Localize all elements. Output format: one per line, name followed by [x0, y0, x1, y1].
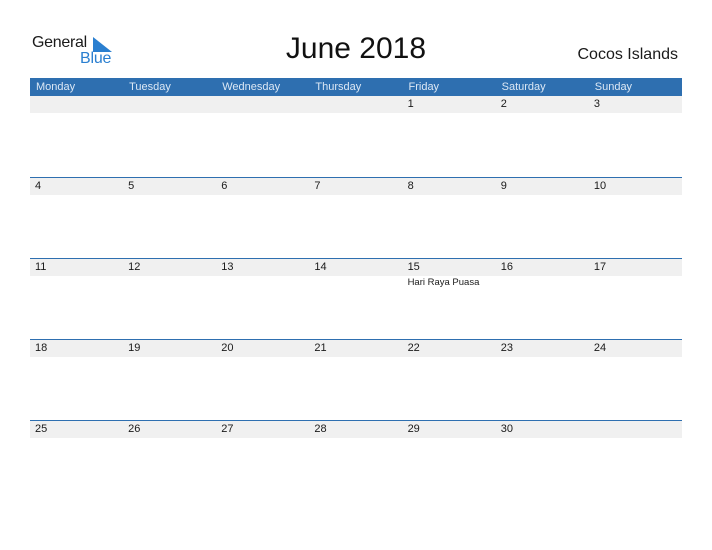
day-number: 13 [221, 261, 234, 273]
week-row: 25 26 27 28 29 30 [30, 420, 682, 501]
day-cell: 28 [309, 421, 402, 501]
holiday-event: Hari Raya Puasa [407, 277, 480, 288]
day-number: 9 [500, 180, 507, 192]
weekday-header: Monday Tuesday Wednesday Thursday Friday… [30, 78, 682, 96]
day-cell: 24 [589, 340, 682, 420]
day-cell: 26 [123, 421, 216, 501]
day-cell: 14 [309, 259, 402, 339]
day-number: 21 [314, 342, 327, 354]
week-row: 18 19 20 21 22 23 24 [30, 339, 682, 420]
week-row: 11 12 13 14 15 Hari Raya Puasa 16 17 [30, 258, 682, 339]
day-cell: 25 [30, 421, 123, 501]
day-number: 19 [128, 342, 141, 354]
weekday-thursday: Thursday [315, 81, 362, 93]
week-row: 1 2 3 [30, 96, 682, 177]
day-number: 12 [128, 261, 141, 273]
day-cell: 15 Hari Raya Puasa [403, 259, 496, 339]
day-number: 24 [593, 342, 607, 354]
day-cell: 10 [589, 178, 682, 258]
day-cell: 16 [496, 259, 589, 339]
day-cell: 19 [123, 340, 216, 420]
day-cell: 9 [496, 178, 589, 258]
day-cell: 3 [589, 96, 682, 176]
day-number: 1 [407, 98, 414, 110]
day-number: 7 [314, 180, 321, 192]
day-cell: 1 [403, 96, 496, 176]
day-cell: 21 [309, 340, 402, 420]
day-number: 20 [221, 342, 234, 354]
day-number: 22 [407, 342, 420, 354]
day-number: 6 [221, 180, 228, 192]
day-cell: 23 [496, 340, 589, 420]
day-cell: 30 [496, 421, 589, 501]
day-number: 15 [407, 261, 420, 273]
day-cell [123, 96, 216, 176]
day-number: 28 [314, 423, 327, 435]
day-cell: 29 [403, 421, 496, 501]
day-number: 26 [128, 423, 141, 435]
day-cell: 17 [589, 259, 682, 339]
day-cell: 11 [30, 259, 123, 339]
weekday-monday: Monday [36, 81, 76, 93]
day-cell [589, 421, 682, 501]
day-number: 11 [35, 261, 47, 273]
country-label: Cocos Islands [577, 46, 679, 63]
weekday-friday: Friday [408, 81, 440, 93]
day-cell: 2 [496, 96, 589, 176]
day-cell: 27 [216, 421, 309, 501]
day-cell [30, 96, 123, 176]
day-number: 29 [407, 423, 420, 435]
day-cell: 4 [30, 178, 123, 258]
day-cell: 5 [123, 178, 216, 258]
day-number: 23 [500, 342, 513, 354]
day-number: 2 [500, 98, 507, 110]
day-number: 10 [593, 180, 607, 192]
day-cell: 22 [403, 340, 496, 420]
day-number: 8 [407, 180, 414, 192]
weekday-saturday: Saturday [501, 81, 546, 93]
day-cell [216, 96, 309, 176]
day-cell: 12 [123, 259, 216, 339]
day-number: 30 [500, 423, 513, 435]
day-number: 18 [35, 342, 48, 354]
weekday-wednesday: Wednesday [222, 81, 281, 93]
day-number: 17 [593, 261, 607, 273]
weekday-tuesday: Tuesday [129, 81, 171, 93]
day-number: 4 [35, 180, 42, 192]
day-number: 27 [221, 423, 234, 435]
day-cell [309, 96, 402, 176]
day-cell: 7 [309, 178, 402, 258]
day-cell: 18 [30, 340, 123, 420]
day-number: 16 [500, 261, 513, 273]
day-number: 25 [35, 423, 48, 435]
day-number: 5 [128, 180, 135, 192]
day-cell: 8 [403, 178, 496, 258]
day-number: 14 [314, 261, 327, 273]
day-cell: 20 [216, 340, 309, 420]
day-number: 3 [593, 98, 600, 110]
day-cell: 6 [216, 178, 309, 258]
day-cell: 13 [216, 259, 309, 339]
week-row: 4 5 6 7 8 9 10 [30, 177, 682, 258]
weekday-sunday: Sunday [594, 81, 633, 93]
